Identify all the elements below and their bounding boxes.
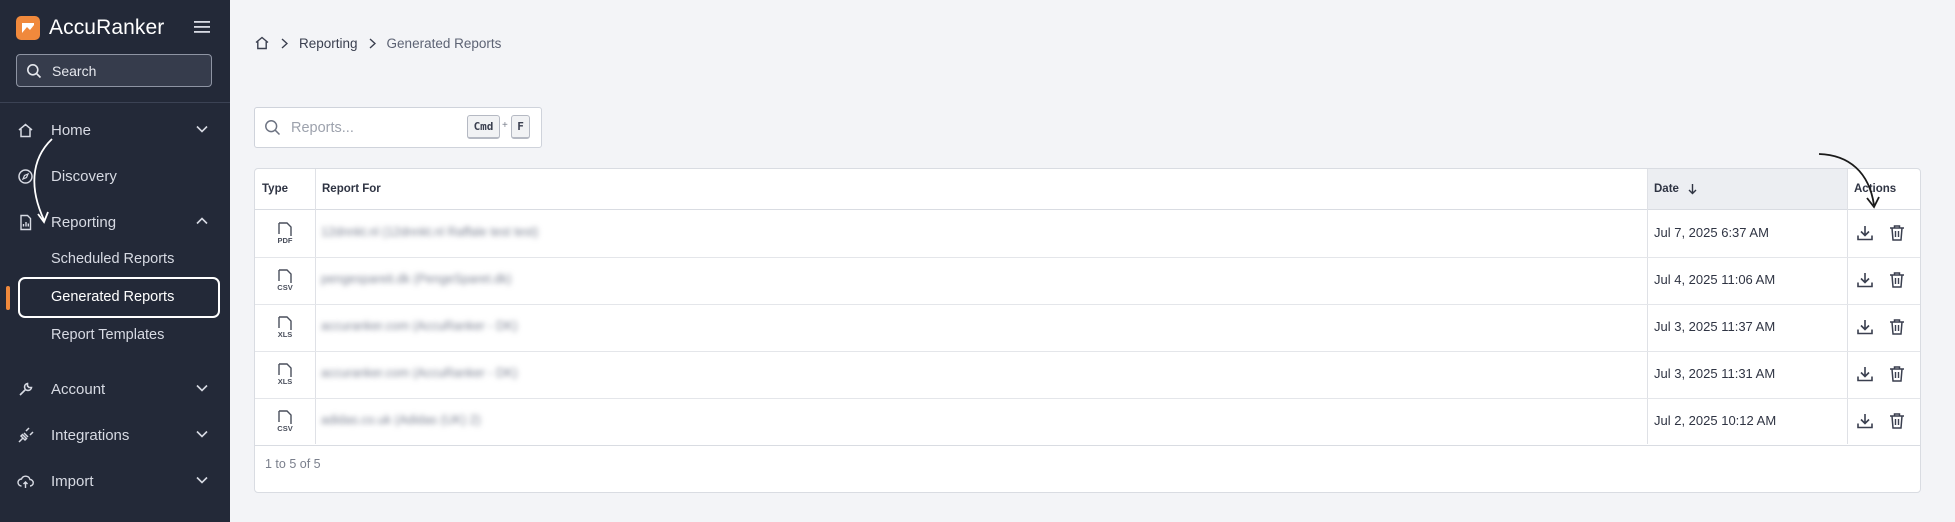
shortcut-plus: + xyxy=(502,120,508,131)
menu-toggle-button[interactable] xyxy=(194,20,210,39)
sidebar-item-label: Discovery xyxy=(51,167,117,185)
svg-text:PDF: PDF xyxy=(278,236,293,245)
chevron-right-icon xyxy=(369,37,376,49)
sidebar-item-account[interactable]: Account xyxy=(0,371,230,407)
date-cell: Jul 3, 2025 11:37 AM xyxy=(1654,319,1776,334)
report-for-cell: accuranker.com (AccuRanker - DK) xyxy=(321,319,518,333)
sidebar-search[interactable] xyxy=(16,54,212,87)
search-icon xyxy=(265,120,281,136)
trash-icon[interactable] xyxy=(1888,224,1906,242)
pagination-info: 1 to 5 of 5 xyxy=(265,457,321,471)
shortcut-key-f: F xyxy=(511,115,530,139)
column-header-date-label: Date xyxy=(1654,183,1679,195)
chevron-up-icon xyxy=(196,217,208,225)
file-xls-icon: XLS xyxy=(278,316,293,339)
svg-text:XLS: XLS xyxy=(278,330,293,339)
report-for-cell: pengespareit.dk (PengeSparet.dk) xyxy=(321,272,512,286)
date-cell: Jul 4, 2025 11:06 AM xyxy=(1654,272,1776,287)
app-logo[interactable]: AccuRanker xyxy=(16,16,164,40)
download-icon[interactable] xyxy=(1856,271,1874,289)
svg-text:XLS: XLS xyxy=(278,377,293,386)
compass-icon xyxy=(18,169,33,184)
report-search[interactable]: Cmd + F xyxy=(254,107,542,148)
search-icon xyxy=(27,63,42,78)
trash-icon[interactable] xyxy=(1888,412,1906,430)
report-search-input[interactable] xyxy=(289,118,463,137)
app-name: AccuRanker xyxy=(49,16,165,39)
download-icon[interactable] xyxy=(1856,412,1874,430)
plug-icon xyxy=(18,427,34,443)
table-row: PDF 12dnnkt.nl (12dnnkt.nl Raffale test t… xyxy=(255,210,1920,258)
sidebar-search-input[interactable] xyxy=(50,61,204,80)
active-indicator xyxy=(6,286,10,310)
table-footer-divider xyxy=(255,445,1920,446)
sort-arrow-down-icon xyxy=(1688,184,1697,195)
file-csv-icon: CSV xyxy=(277,269,293,292)
sidebar-item-reporting[interactable]: Reporting xyxy=(0,204,230,240)
chevron-down-icon xyxy=(196,125,208,133)
sidebar-divider xyxy=(0,102,230,103)
sidebar-item-label: Integrations xyxy=(51,426,130,444)
trash-icon[interactable] xyxy=(1888,365,1906,383)
file-xls-icon: XLS xyxy=(278,363,293,386)
sidebar-item-label: Reporting xyxy=(51,213,117,231)
table-row: CSV pengespareit.dk (PengeSparet.dk) Jul 4… xyxy=(255,257,1920,305)
shortcut-key-cmd: Cmd xyxy=(467,115,500,139)
column-header-date[interactable]: Date xyxy=(1654,169,1697,209)
column-header-actions: Actions xyxy=(1854,183,1897,195)
breadcrumb-current: Generated Reports xyxy=(386,35,502,51)
home-icon[interactable] xyxy=(254,35,270,51)
breadcrumb-reporting[interactable]: Reporting xyxy=(299,36,358,51)
date-cell: Jul 3, 2025 11:31 AM xyxy=(1654,366,1776,381)
svg-text:CSV: CSV xyxy=(277,424,292,433)
home-icon xyxy=(18,123,33,138)
trash-icon[interactable] xyxy=(1888,271,1906,289)
download-icon[interactable] xyxy=(1856,224,1874,242)
report-for-cell: adidas.co.uk (Adidas (UK) 2) xyxy=(321,413,481,427)
wrench-icon xyxy=(19,382,33,396)
chevron-right-icon xyxy=(281,37,288,49)
sidebar-subitem-scheduled-reports[interactable]: Scheduled Reports xyxy=(51,251,174,267)
sidebar-item-home[interactable]: Home xyxy=(0,112,230,148)
sidebar-item-label: Home xyxy=(51,121,92,139)
chevron-down-icon xyxy=(196,384,208,392)
table-row: XLS accuranker.com (AccuRanker - DK) Jul 3… xyxy=(255,304,1920,352)
table-row: XLS accuranker.com (AccuRanker - DK) Jul 3… xyxy=(255,351,1920,399)
chevron-down-icon xyxy=(196,476,208,484)
report-for-cell: 12dnnkt.nl (12dnnkt.nl Raffale test test… xyxy=(321,225,539,239)
date-cell: Jul 7, 2025 6:37 AM xyxy=(1654,225,1769,240)
column-header-type[interactable]: Type xyxy=(262,169,288,209)
accuranker-logo-icon xyxy=(16,16,40,40)
cloud-upload-icon xyxy=(17,475,34,488)
file-pdf-icon: PDF xyxy=(278,222,293,245)
download-icon[interactable] xyxy=(1856,318,1874,336)
sidebar-item-label: Account xyxy=(51,380,106,398)
report-for-cell: accuranker.com (AccuRanker - DK) xyxy=(321,366,518,380)
sidebar-item-import[interactable]: Import xyxy=(0,463,230,499)
sidebar-subitem-generated-reports[interactable]: Generated Reports xyxy=(51,289,174,305)
breadcrumb: Reporting Generated Reports xyxy=(254,35,501,51)
column-header-report-for[interactable]: Report For xyxy=(322,169,381,209)
trash-icon[interactable] xyxy=(1888,318,1906,336)
reports-table: Type Report For Date Actions PDF 12dnnkt.… xyxy=(254,153,1921,493)
report-icon xyxy=(20,214,32,231)
hamburger-icon xyxy=(194,21,210,33)
sidebar-item-discovery[interactable]: Discovery xyxy=(0,158,230,194)
chevron-down-icon xyxy=(196,430,208,438)
sidebar: AccuRanker Home Discovery Reporting Sche… xyxy=(0,0,230,522)
svg-text:CSV: CSV xyxy=(277,283,292,292)
table-row: CSV adidas.co.uk (Adidas (UK) 2) Jul 2, 20… xyxy=(255,398,1920,446)
date-cell: Jul 2, 2025 10:12 AM xyxy=(1654,413,1777,428)
sidebar-subitem-report-templates[interactable]: Report Templates xyxy=(51,327,164,343)
download-icon[interactable] xyxy=(1856,365,1874,383)
sidebar-item-integrations[interactable]: Integrations xyxy=(0,417,230,453)
sidebar-item-label: Import xyxy=(51,472,94,490)
table-header: Type Report For Date Actions xyxy=(255,169,1920,210)
file-csv-icon: CSV xyxy=(277,410,293,433)
